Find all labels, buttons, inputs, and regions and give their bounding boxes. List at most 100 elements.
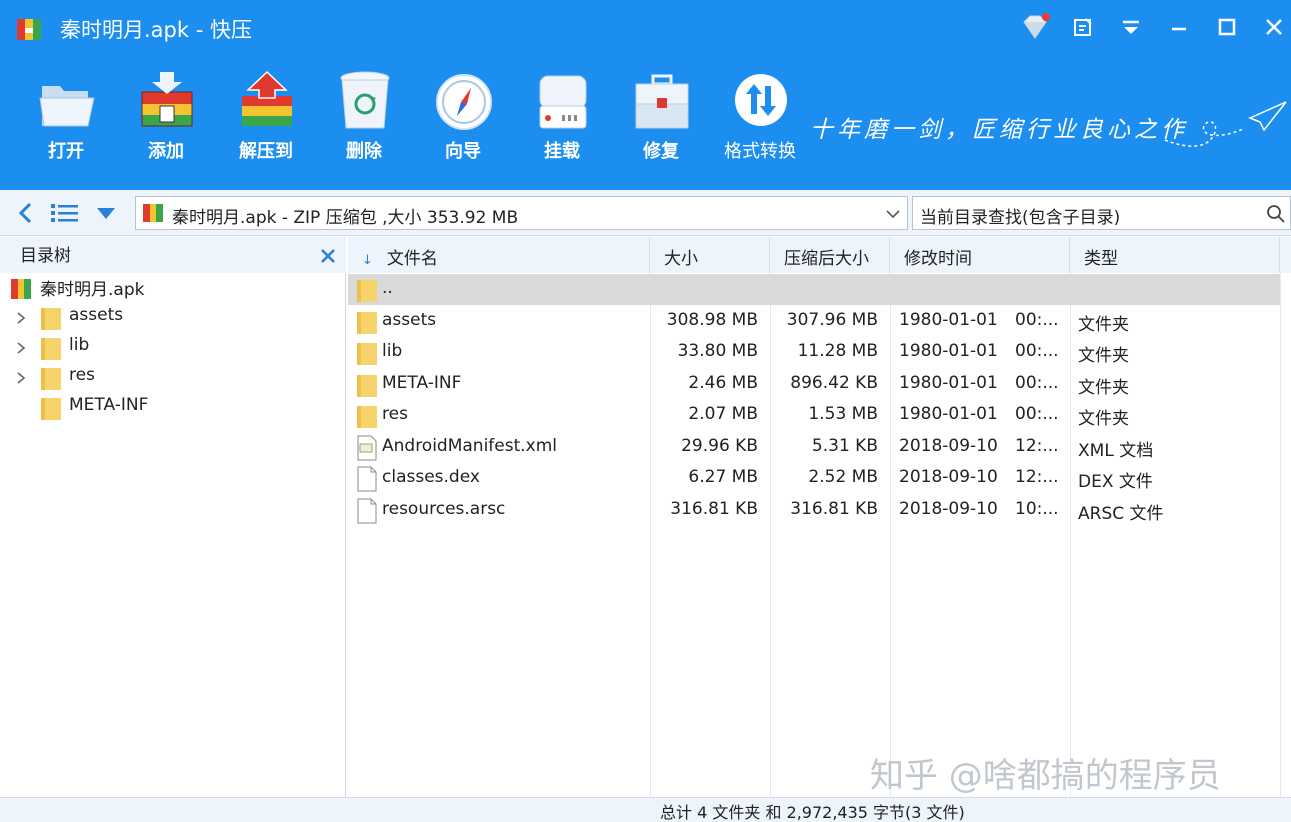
cell-name: res: [382, 404, 408, 424]
extract-button[interactable]: 解压到: [218, 62, 314, 172]
file-icon: [356, 498, 378, 524]
table-row[interactable]: resources.arsc 316.81 KB 316.81 KB 2018-09-…: [348, 495, 1280, 526]
file-icon: [356, 466, 378, 492]
diamond-icon[interactable]: [1018, 12, 1052, 42]
menu-icon[interactable]: [1114, 12, 1148, 42]
tree-item-res[interactable]: res: [0, 363, 346, 393]
back-arrow-icon[interactable]: [14, 200, 38, 226]
cell-size: 33.80 MB: [677, 341, 758, 361]
cell-type: 文件夹: [1078, 346, 1129, 366]
sort-arrow-icon: ↓: [362, 253, 373, 268]
repair-button[interactable]: 修复: [613, 62, 709, 172]
column-header-packed[interactable]: 压缩后大小: [770, 237, 890, 273]
tree-title: 目录树: [20, 246, 71, 266]
tree-item-meta-inf[interactable]: META-INF: [0, 393, 346, 423]
delete-button[interactable]: 删除: [316, 62, 412, 172]
cell-packed-size: 2.52 MB: [808, 467, 878, 487]
watermark: 知乎 @啥都搞的程序员: [870, 756, 1221, 796]
address-bar[interactable]: 秦时明月.apk - ZIP 压缩包 ,大小 353.92 MB: [135, 196, 908, 230]
tree-item-assets[interactable]: assets: [0, 303, 346, 333]
cell-modified-time: 10:...: [1015, 498, 1059, 519]
list-view-icon[interactable]: [50, 202, 80, 224]
top-banner: 秦时明月.apk - 快压 打开 添加 解压到 删除 向导 挂载 修复 格式转换…: [0, 0, 1291, 190]
cell-packed-size: 5.31 KB: [811, 435, 878, 456]
minimize-icon[interactable]: [1162, 12, 1196, 42]
table-row[interactable]: classes.dex 6.27 MB 2.52 MB 2018-09-10 12:..…: [348, 463, 1280, 494]
cell-name: META-INF: [382, 372, 462, 393]
cell-type: 文件夹: [1078, 409, 1129, 429]
close-tree-icon[interactable]: [318, 246, 338, 266]
table-row[interactable]: META-INF 2.46 MB 896.42 KB 1980-01-01 00:...…: [348, 369, 1280, 400]
status-text: 总计 4 文件夹 和 2,972,435 字节(3 文件): [660, 803, 965, 822]
table-row[interactable]: AndroidManifest.xml 29.96 KB 5.31 KB 2018-0…: [348, 432, 1280, 463]
cell-size: 6.27 MB: [688, 467, 758, 487]
view-dropdown-icon[interactable]: [94, 204, 118, 222]
column-header-size[interactable]: 大小: [650, 237, 770, 273]
folder-icon: [356, 277, 378, 303]
table-row[interactable]: lib 33.80 MB 11.28 MB 1980-01-01 00:... 文件夹: [348, 337, 1280, 368]
directory-tree: 目录树 秦时明月.apk assets lib res META-INF: [0, 237, 346, 797]
open-folder-icon: [39, 86, 95, 127]
convert-button[interactable]: 格式转换: [712, 62, 808, 172]
cell-size: 2.07 MB: [688, 404, 758, 424]
maximize-icon[interactable]: [1210, 12, 1244, 42]
cell-packed-size: 896.42 KB: [790, 372, 878, 393]
cell-name: classes.dex: [382, 467, 480, 487]
cell-modified-time: 00:...: [1015, 309, 1059, 330]
column-header-type[interactable]: 类型: [1070, 237, 1280, 273]
cell-type: 文件夹: [1078, 377, 1129, 398]
title-bar: 秦时明月.apk - 快压: [0, 0, 1291, 56]
tree-item-lib[interactable]: lib: [0, 333, 346, 363]
cell-name: ..: [382, 278, 393, 298]
tree-header: 目录树: [0, 237, 346, 273]
cell-name: resources.arsc: [382, 498, 506, 519]
close-icon[interactable]: [1257, 12, 1291, 42]
search-input[interactable]: 当前目录查找(包含子目录): [912, 196, 1291, 230]
tree-item-root[interactable]: 秦时明月.apk: [0, 273, 346, 303]
chevron-right-icon[interactable]: [14, 370, 28, 386]
note-icon[interactable]: [1066, 12, 1100, 42]
wizard-button[interactable]: 向导: [415, 62, 511, 172]
column-divider: [1280, 273, 1281, 797]
table-row[interactable]: ..: [348, 274, 1280, 305]
table-row[interactable]: assets 308.98 MB 307.96 MB 1980-01-01 00:...…: [348, 306, 1280, 337]
chevron-right-icon[interactable]: [14, 310, 28, 326]
compass-icon: [436, 74, 492, 130]
cell-packed-size: 307.96 MB: [786, 309, 878, 330]
cell-type: DEX 文件: [1078, 472, 1153, 492]
cell-modified-time: 00:...: [1015, 341, 1059, 361]
cell-name: assets: [382, 309, 437, 330]
archive-icon: [143, 204, 163, 222]
folder-icon: [41, 398, 61, 420]
cell-modified-date: 2018-09-10: [899, 498, 998, 519]
open-button[interactable]: 打开: [18, 62, 114, 172]
add-archive-icon: [141, 72, 193, 127]
address-row: 秦时明月.apk - ZIP 压缩包 ,大小 353.92 MB 当前目录查找(…: [0, 190, 1291, 236]
folder-icon: [356, 309, 378, 335]
cell-modified-time: 12:...: [1015, 435, 1059, 456]
mount-button[interactable]: 挂载: [514, 62, 610, 172]
table-row[interactable]: res 2.07 MB 1.53 MB 1980-01-01 00:... 文件夹: [348, 400, 1280, 431]
column-header-modified[interactable]: 修改时间: [890, 237, 1070, 273]
xml-file-icon: [356, 435, 378, 461]
cell-modified-time: 00:...: [1015, 372, 1059, 393]
folder-icon: [41, 368, 61, 390]
app-logo-icon: [17, 19, 41, 40]
add-button[interactable]: 添加: [118, 62, 214, 172]
chevron-down-icon[interactable]: [883, 204, 903, 224]
cell-modified-date: 1980-01-01: [899, 341, 998, 361]
cell-modified-date: 2018-09-10: [899, 435, 998, 456]
cell-modified-time: 12:...: [1015, 467, 1059, 487]
mount-drive-icon: [539, 75, 587, 129]
cell-modified-date: 2018-09-10: [899, 467, 998, 487]
chevron-right-icon[interactable]: [14, 340, 28, 356]
folder-icon: [41, 308, 61, 330]
cell-name: AndroidManifest.xml: [382, 435, 558, 456]
column-header-name[interactable]: ↓ 文件名: [348, 237, 650, 273]
cell-type: XML 文档: [1078, 440, 1154, 461]
cell-modified-date: 1980-01-01: [899, 404, 998, 424]
search-icon[interactable]: [1266, 204, 1286, 224]
window-title: 秦时明月.apk - 快压: [60, 18, 252, 42]
file-list-header: ↓ 文件名 大小 压缩后大小 修改时间 类型: [348, 237, 1291, 273]
folder-icon: [356, 403, 378, 429]
